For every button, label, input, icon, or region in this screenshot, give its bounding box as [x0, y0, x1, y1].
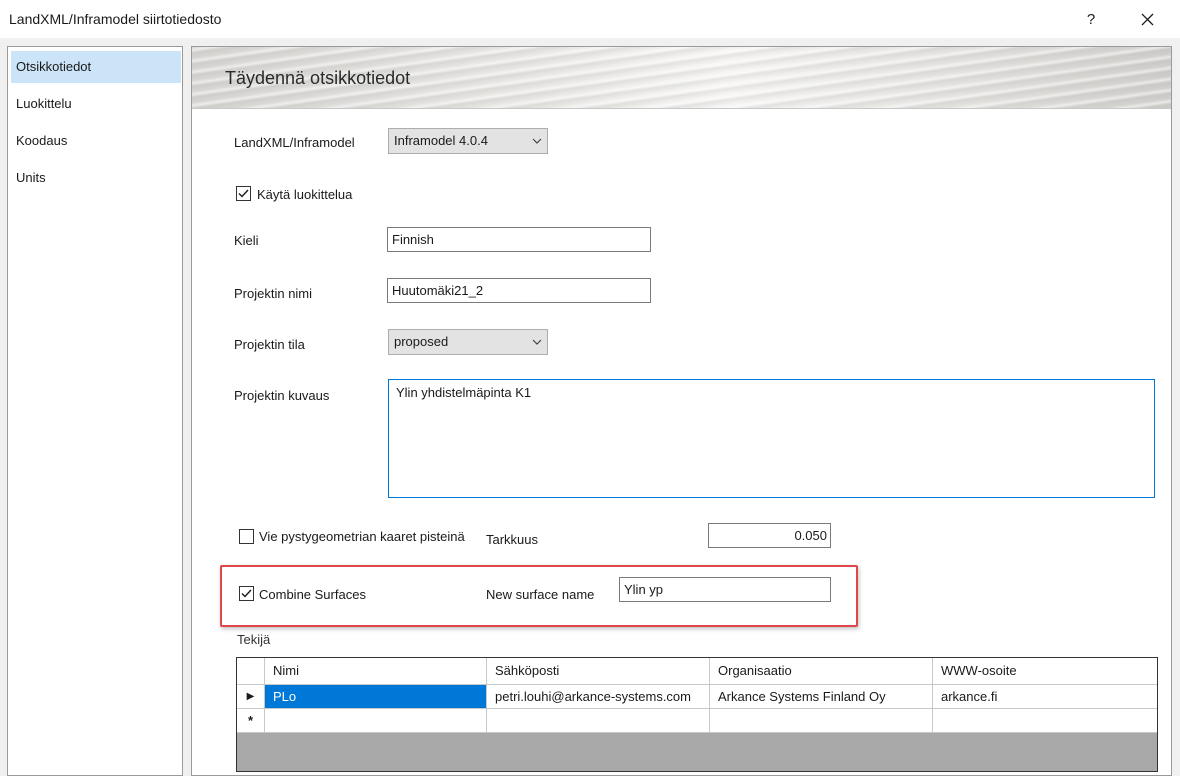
project-name-field[interactable]: Huutomäki21_2 [387, 278, 651, 303]
close-button[interactable] [1124, 0, 1170, 38]
column-header-organisation[interactable]: Organisaatio [710, 658, 933, 685]
combine-surfaces-checkbox[interactable] [239, 586, 254, 601]
sidebar-item-luokittelu[interactable]: Luokittelu [11, 88, 181, 120]
table-cell-organisation[interactable]: Arkance Systems Finland Oy [710, 685, 933, 709]
title-bar: LandXML/Inframodel siirtotiedosto ? [0, 0, 1180, 38]
new-row-cell-name[interactable] [265, 709, 487, 733]
table-cell-www[interactable]: arkance.fi [933, 685, 1157, 709]
table-cell-name[interactable]: PLo [265, 685, 487, 709]
new-row-cell-email[interactable] [487, 709, 710, 733]
landxml-label: LandXML/Inframodel [234, 135, 355, 150]
grid-corner-header [237, 658, 265, 685]
project-name-label: Projektin nimi [234, 286, 313, 301]
language-label: Kieli [234, 233, 259, 248]
help-button[interactable]: ? [1068, 0, 1114, 38]
landxml-version-select[interactable]: Inframodel 4.0.4 [388, 128, 548, 154]
header-banner: Täydennä otsikkotiedot [192, 47, 1171, 109]
sidebar-item-koodaus[interactable]: Koodaus [11, 125, 181, 157]
new-row-cell-organisation[interactable] [710, 709, 933, 733]
new-surface-name-field[interactable]: Ylin yp [619, 577, 831, 602]
new-row-cell-www[interactable] [933, 709, 1157, 733]
window-title: LandXML/Inframodel siirtotiedosto [9, 11, 222, 27]
project-description-textarea[interactable]: Ylin yhdistelmäpinta K1 [388, 379, 1155, 498]
checkmark-icon [238, 189, 249, 198]
combine-surfaces-label: Combine Surfaces [259, 587, 366, 602]
page-title: Täydennä otsikkotiedot [225, 68, 411, 88]
author-label: Tekijä [237, 632, 271, 647]
current-row-marker[interactable]: ▶ [237, 685, 265, 709]
column-header-www[interactable]: WWW-osoite [933, 658, 1157, 685]
column-header-name[interactable]: Nimi [265, 658, 487, 685]
author-grid: Nimi Sähköposti Organisaatio WWW-osoite … [236, 657, 1158, 772]
use-classification-label: Käytä luokittelua [257, 187, 353, 202]
landxml-version-value: Inframodel 4.0.4 [394, 133, 488, 148]
new-surface-name-label: New surface name [486, 587, 595, 602]
sidebar-item-otsikkotiedot[interactable]: Otsikkotiedot [11, 51, 181, 83]
vertical-arcs-label: Vie pystygeometrian kaaret pisteinä [259, 529, 465, 544]
new-row-marker[interactable]: * [237, 709, 265, 733]
chevron-down-icon [532, 129, 542, 153]
close-icon [1141, 13, 1153, 25]
precision-field[interactable]: 0.050 [708, 523, 831, 548]
project-description-label: Projektin kuvaus [234, 388, 330, 403]
project-state-label: Projektin tila [234, 337, 305, 352]
vertical-arcs-checkbox[interactable] [239, 529, 254, 544]
table-cell-email[interactable]: petri.louhi@arkance-systems.com [487, 685, 710, 709]
checkmark-icon [241, 589, 252, 598]
language-field[interactable]: Finnish [387, 227, 651, 252]
sidebar-item-units[interactable]: Units [11, 162, 181, 194]
project-state-select[interactable]: proposed [388, 329, 548, 355]
sidebar: Otsikkotiedot Luokittelu Koodaus Units [7, 46, 183, 776]
precision-label: Tarkkuus [486, 532, 539, 547]
chevron-down-icon [532, 330, 542, 354]
project-state-value: proposed [394, 334, 449, 349]
column-header-email[interactable]: Sähköposti [487, 658, 710, 685]
use-classification-checkbox[interactable] [236, 186, 251, 201]
